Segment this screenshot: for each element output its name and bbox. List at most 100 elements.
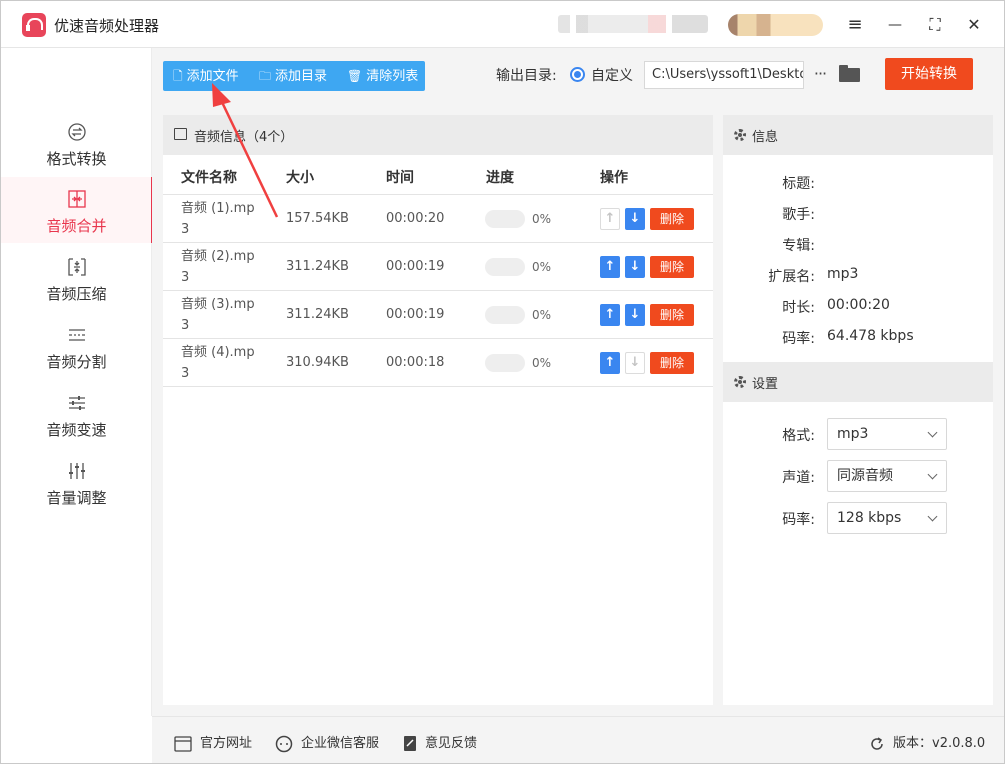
image-icon <box>174 128 187 140</box>
gear-icon <box>734 376 746 388</box>
column-header-progress: 进度 <box>486 170 514 186</box>
add-folder-button[interactable]: 🗀 添加目录 <box>259 61 327 91</box>
move-down-button[interactable]: ↓ <box>625 208 645 230</box>
split-icon <box>69 329 85 341</box>
info-bitrate-label: 码率: <box>782 331 815 347</box>
sidebar-item-split[interactable]: 音频分割 <box>1 313 152 379</box>
sidebar-item-speed[interactable]: 音频变速 <box>1 381 152 447</box>
chevron-down-icon <box>927 469 938 480</box>
move-down-button[interactable]: ↓ <box>625 256 645 278</box>
custom-dir-radio[interactable] <box>570 67 585 82</box>
close-icon[interactable]: ✕ <box>960 11 988 39</box>
delete-button[interactable]: 删除 <box>650 352 694 374</box>
file-time: 00:00:20 <box>386 211 445 226</box>
progress-percent: 0% <box>532 212 552 226</box>
menu-icon[interactable]: ≡ <box>841 11 869 39</box>
channel-label: 声道: <box>782 470 815 486</box>
output-path-input[interactable]: C:\Users\yssoft1\Deskto <box>644 61 804 89</box>
format-select[interactable]: mp3 <box>827 418 947 450</box>
file-time: 00:00:19 <box>386 259 445 274</box>
gear-icon <box>734 129 746 141</box>
sidebar-item-label: 音量调整 <box>46 489 107 507</box>
file-name: 音频 (1).mp3 <box>181 201 255 237</box>
progress-bar <box>485 258 525 276</box>
settings-section-header: 设置 <box>723 362 993 402</box>
file-list-panel: 音频信息（4个） 文件名称 大小 时间 进度 操作 音频 (1).mp3 157.… <box>163 115 713 705</box>
sidebar-item-compress[interactable]: 音频压缩 <box>1 245 152 311</box>
file-toolbar: 🗋 添加文件 🗀 添加目录 🗑 清除列表 <box>163 61 425 91</box>
trash-icon: 🗑 <box>347 69 363 83</box>
progress-percent: 0% <box>532 356 552 370</box>
sidebar-item-merge[interactable]: 音频合并 <box>1 177 153 243</box>
delete-button[interactable]: 删除 <box>650 208 694 230</box>
refresh-icon <box>871 736 883 750</box>
app-logo-icon <box>22 13 50 37</box>
sidebar-item-label: 格式转换 <box>46 150 107 168</box>
info-duration-label: 时长: <box>782 300 815 316</box>
version-info[interactable]: 版本：v2.0.8.0 <box>869 732 985 752</box>
sidebar-item-label: 音频压缩 <box>46 285 107 303</box>
clear-list-button[interactable]: 🗑 清除列表 <box>347 61 418 91</box>
table-row[interactable]: 音频 (1).mp3 157.54KB 00:00:20 0% ↑ ↓ 删除 <box>163 195 713 243</box>
progress-bar <box>485 306 525 324</box>
column-header-actions: 操作 <box>600 170 628 186</box>
info-duration-value: 00:00:20 <box>827 297 890 313</box>
move-up-button[interactable]: ↑ <box>600 352 620 374</box>
progress-bar <box>485 210 525 228</box>
file-panel-header: 音频信息（4个） <box>163 115 713 155</box>
open-folder-icon[interactable] <box>839 65 861 83</box>
sidebar-item-format-convert[interactable]: 格式转换 <box>1 110 152 176</box>
sidebar: 格式转换 音频合并 音频压缩 音频分割 音频变速 音量调整 <box>1 48 153 716</box>
column-header-time: 时间 <box>386 170 414 186</box>
column-header-size: 大小 <box>286 170 314 186</box>
progress-percent: 0% <box>532 308 552 322</box>
file-time: 00:00:18 <box>386 355 445 370</box>
custom-dir-label[interactable]: 自定义 <box>591 65 633 85</box>
file-name: 音频 (3).mp3 <box>181 297 255 333</box>
info-bitrate-value: 64.478 kbps <box>827 328 914 344</box>
feedback-link[interactable]: 意见反馈 <box>403 732 477 752</box>
speed-icon <box>69 396 85 410</box>
format-label: 格式: <box>782 428 815 444</box>
channel-select[interactable]: 同源音频 <box>827 460 947 492</box>
file-time: 00:00:19 <box>386 307 445 322</box>
blurred-user-badge[interactable] <box>728 14 823 36</box>
sidebar-item-label: 音频分割 <box>46 353 107 371</box>
website-link[interactable]: 官方网址 <box>174 732 252 752</box>
app-window: 优速音频处理器 ≡ — ⛶ ✕ 格式转换 音频合并 音频压缩 音频分割 音频变速 <box>0 0 1005 764</box>
chevron-down-icon <box>927 427 938 438</box>
compress-icon <box>68 258 86 276</box>
delete-button[interactable]: 删除 <box>650 304 694 326</box>
file-panel-title: 音频信息（4个） <box>194 130 294 145</box>
add-file-button[interactable]: 🗋 添加文件 <box>173 61 239 91</box>
sidebar-item-label: 音频变速 <box>46 421 107 439</box>
output-dir-label: 输出目录: <box>496 68 557 84</box>
info-artist-label: 歌手: <box>782 207 815 223</box>
start-convert-button[interactable]: 开始转换 <box>885 58 973 90</box>
volume-icon <box>69 463 85 479</box>
bitrate-select[interactable]: 128 kbps <box>827 502 947 534</box>
sidebar-item-volume[interactable]: 音量调整 <box>1 449 152 515</box>
delete-button[interactable]: 删除 <box>650 256 694 278</box>
minimize-icon[interactable]: — <box>881 11 909 39</box>
blurred-account-info <box>558 15 708 33</box>
table-row[interactable]: 音频 (2).mp3 311.24KB 00:00:19 0% ↑ ↓ 删除 <box>163 243 713 291</box>
table-row[interactable]: 音频 (4).mp3 310.94KB 00:00:18 0% ↑ ↓ 删除 <box>163 339 713 387</box>
merge-icon <box>68 190 86 208</box>
wechat-support-link[interactable]: 企业微信客服 <box>275 732 379 753</box>
footer: 官方网址 企业微信客服 意见反馈 版本：v2.0.8.0 <box>152 716 1004 763</box>
website-icon <box>174 735 192 752</box>
bitrate-label: 码率: <box>782 512 815 528</box>
more-options-button[interactable]: ··· <box>810 63 830 87</box>
move-up-button[interactable]: ↑ <box>600 256 620 278</box>
move-down-button[interactable]: ↓ <box>625 304 645 326</box>
info-extension-label: 扩展名: <box>768 269 815 285</box>
table-row[interactable]: 音频 (3).mp3 311.24KB 00:00:19 0% ↑ ↓ 删除 <box>163 291 713 339</box>
maximize-icon[interactable]: ⛶ <box>921 11 949 39</box>
move-up-button[interactable]: ↑ <box>600 304 620 326</box>
chevron-down-icon <box>927 511 938 522</box>
info-panel: 信息 标题: 歌手: 专辑: 扩展名: mp3 时长: 00:00:20 码率:… <box>723 115 993 705</box>
info-title-label: 标题: <box>782 176 815 192</box>
format-convert-icon <box>68 123 86 141</box>
file-size: 311.24KB <box>286 259 349 274</box>
